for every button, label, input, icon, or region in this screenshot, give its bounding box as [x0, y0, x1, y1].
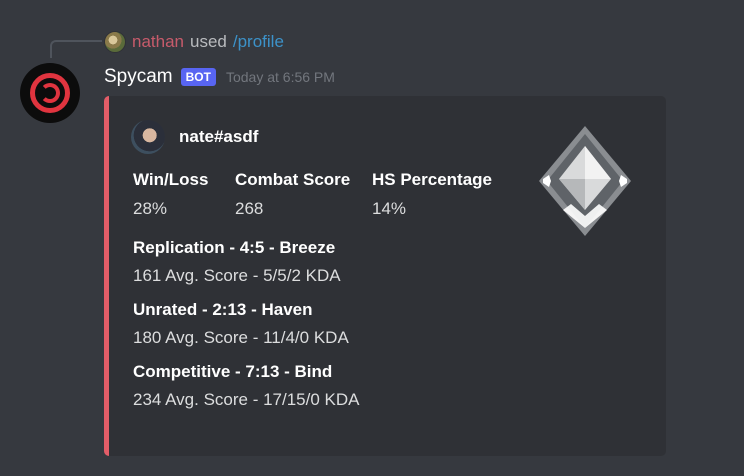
field-value: 14% — [372, 199, 407, 218]
rank-diamond-icon[interactable] — [535, 124, 635, 238]
field-name: Win/Loss — [133, 170, 209, 189]
embed-author: nate#asdf — [131, 120, 258, 154]
bot-badge: BOT — [180, 68, 216, 86]
spycam-logo-icon — [30, 73, 70, 113]
reply-used-text: used — [190, 32, 227, 51]
field-value: 28% — [133, 199, 168, 218]
reply-command[interactable]: /profile — [233, 32, 284, 52]
reply-connector — [50, 40, 102, 58]
match-desc: 180 Avg. Score - 11/4/0 KDA — [133, 328, 349, 347]
match-item: Unrated - 2:13 - Haven 180 Avg. Score - … — [133, 300, 360, 348]
field-value: 268 — [235, 199, 264, 218]
match-title: Competitive - 7:13 - Bind — [133, 362, 333, 381]
reply-reference[interactable]: nathan used /profile — [104, 30, 284, 54]
message-header: Spycam BOT Today at 6:56 PM — [104, 64, 335, 90]
field-win-loss: Win/Loss 28% — [133, 170, 223, 219]
match-item: Replication - 4:5 - Breeze 161 Avg. Scor… — [133, 238, 360, 286]
agent-avatar-icon — [131, 120, 165, 154]
embed-author-name: nate#asdf — [179, 127, 259, 146]
reply-username[interactable]: nathan — [132, 32, 184, 52]
match-desc: 234 Avg. Score - 17/15/0 KDA — [133, 390, 360, 409]
field-name: HS Percentage — [372, 170, 492, 189]
reply-avatar[interactable] — [104, 31, 126, 53]
message-timestamp[interactable]: Today at 6:56 PM — [226, 69, 335, 85]
field-combat-score: Combat Score 268 — [235, 170, 360, 219]
match-title: Unrated - 2:13 - Haven — [133, 300, 313, 319]
match-item: Competitive - 7:13 - Bind 234 Avg. Score… — [133, 362, 360, 410]
match-desc: 161 Avg. Score - 5/5/2 KDA — [133, 266, 341, 285]
bot-avatar[interactable] — [20, 63, 80, 123]
match-list: Replication - 4:5 - Breeze 161 Avg. Scor… — [133, 238, 360, 424]
field-name: Combat Score — [235, 170, 351, 189]
stats-fields: Win/Loss 28% Combat Score 268 HS Percent… — [133, 170, 524, 219]
match-title: Replication - 4:5 - Breeze — [133, 238, 336, 257]
profile-embed: nate#asdf Win/Loss 28% Combat Score 268 … — [104, 96, 666, 456]
field-hs-percentage: HS Percentage 14% — [372, 170, 512, 219]
bot-username[interactable]: Spycam — [104, 66, 173, 88]
